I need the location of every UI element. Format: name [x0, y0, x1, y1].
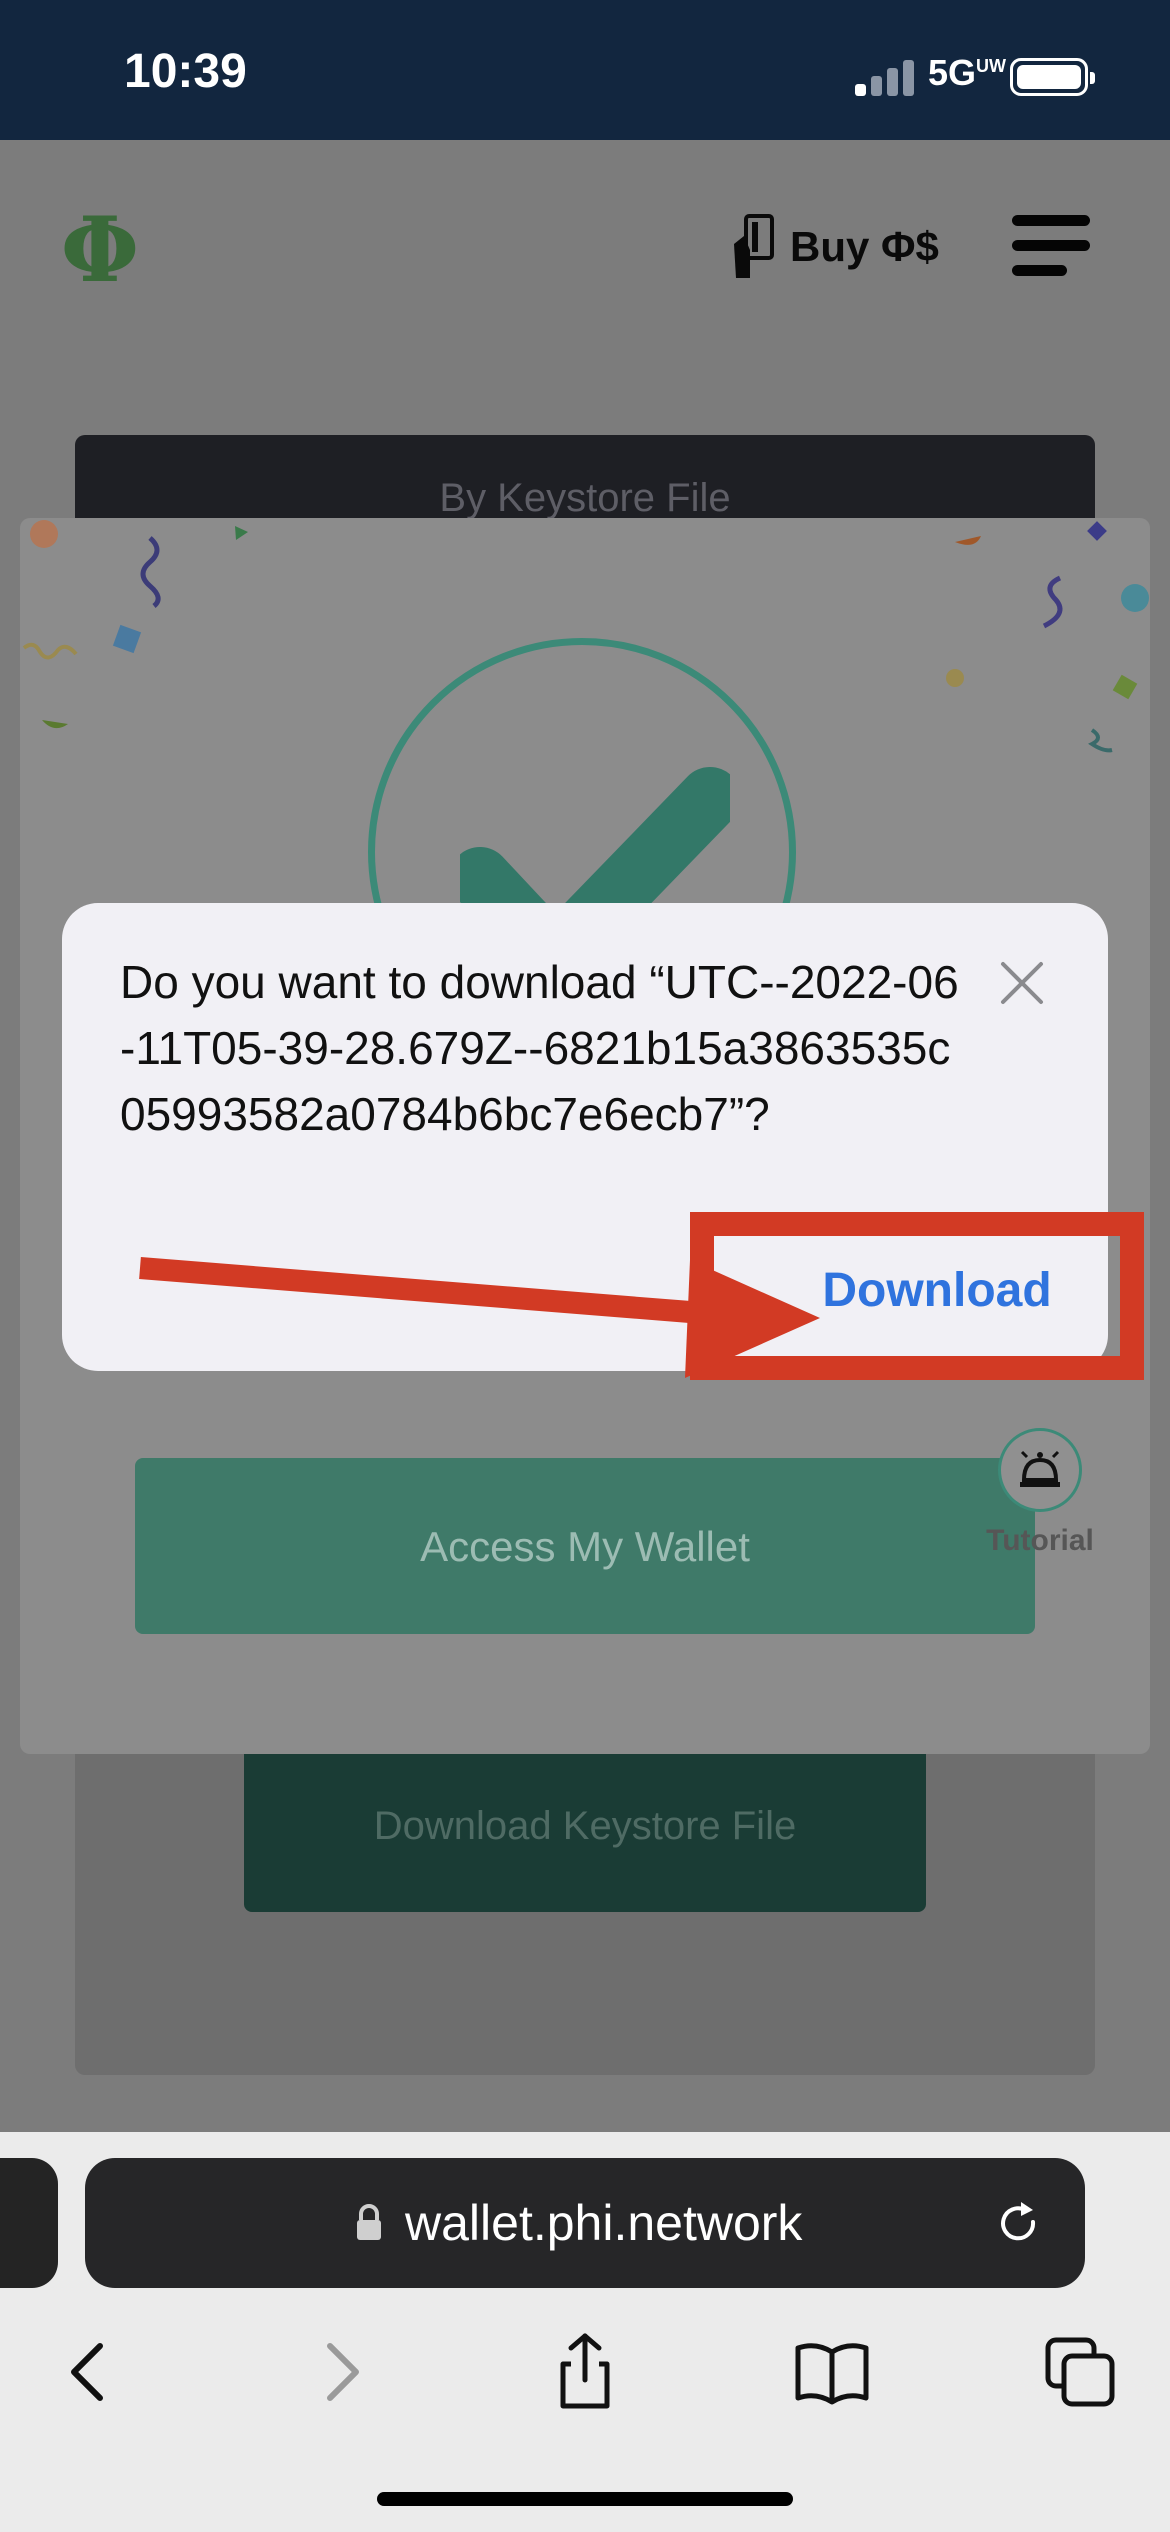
- reload-icon[interactable]: [995, 2200, 1043, 2248]
- access-wallet-button[interactable]: Access My Wallet: [135, 1458, 1035, 1634]
- card-hand-icon: [734, 214, 774, 278]
- status-time: 10:39: [124, 45, 247, 98]
- browser-chrome: wallet.phi.network: [0, 2132, 1170, 2532]
- status-bar: 10:39 5GUW: [0, 0, 1170, 140]
- phi-logo[interactable]: Φ: [60, 200, 140, 300]
- previous-tab[interactable]: [0, 2158, 58, 2288]
- buy-phi-link[interactable]: Buy Φ$: [730, 212, 939, 282]
- bell-icon: [998, 1428, 1082, 1512]
- share-icon[interactable]: [545, 2332, 625, 2412]
- tutorial-button[interactable]: Tutorial: [955, 1428, 1125, 1588]
- forward-icon[interactable]: [300, 2332, 380, 2412]
- address-bar[interactable]: wallet.phi.network: [85, 2158, 1085, 2288]
- home-indicator: [377, 2492, 793, 2506]
- url-text: wallet.phi.network: [405, 2195, 803, 2251]
- tabs-icon[interactable]: [1040, 2332, 1120, 2412]
- hamburger-menu-icon[interactable]: [1012, 215, 1090, 277]
- site-header: Φ Buy Φ$: [0, 140, 1170, 350]
- download-prompt-text: Do you want to download “UTC--2022-06-11…: [120, 956, 959, 1140]
- battery-icon: [1010, 58, 1095, 96]
- tutorial-label: Tutorial: [986, 1524, 1094, 1557]
- bookmarks-icon[interactable]: [792, 2332, 872, 2412]
- network-label: 5GUW: [928, 52, 1007, 93]
- close-icon[interactable]: [997, 958, 1047, 1008]
- red-arrow-annotation: [139, 1257, 820, 1378]
- back-icon[interactable]: [50, 2332, 130, 2412]
- network-sup: UW: [976, 56, 1007, 76]
- download-keystore-button[interactable]: Download Keystore File: [244, 1740, 926, 1912]
- signal-icon: [855, 58, 915, 96]
- lock-icon: [357, 2204, 381, 2240]
- buy-label: Buy Φ$: [790, 223, 939, 270]
- browser-toolbar: [0, 2312, 1170, 2422]
